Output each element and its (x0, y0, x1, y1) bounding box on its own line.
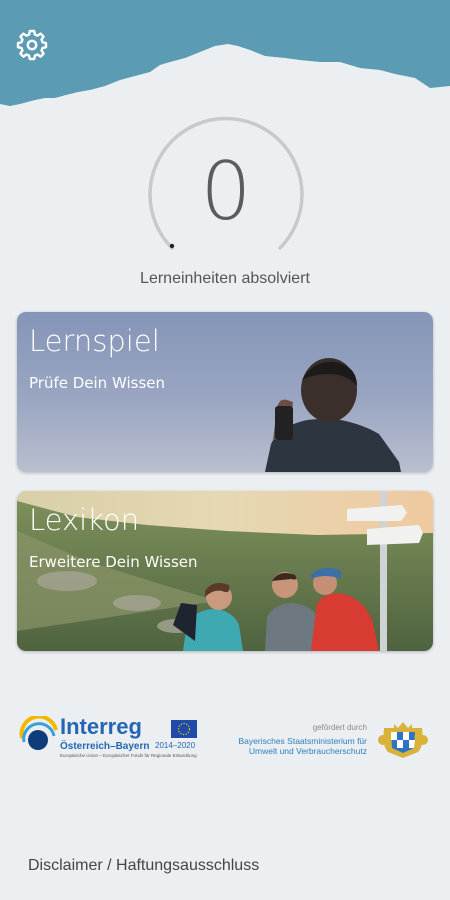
interreg-fineprint: Europäische Union – Europäischer Fonds f… (60, 753, 197, 758)
lexikon-subtitle: Erweitere Dein Wissen (29, 553, 198, 571)
interreg-years: 2014–2020 (155, 741, 196, 750)
progress-counter: 0 (144, 110, 308, 270)
lernspiel-title: Lernspiel (29, 324, 160, 358)
interreg-logo-emblem (19, 716, 58, 750)
sponsor-logos: Interreg Österreich–Bayern 2014–2020 Eur… (0, 712, 450, 772)
bavarian-coat-of-arms-icon (378, 722, 428, 758)
eu-flag-icon (171, 720, 197, 738)
gear-icon (16, 29, 48, 61)
lexikon-card[interactable]: Lexikon Erweitere Dein Wissen (17, 491, 433, 651)
interreg-region: Österreich–Bayern (60, 741, 150, 752)
funded-by-label: gefördert durch (312, 723, 367, 732)
settings-button[interactable] (14, 26, 50, 62)
lexikon-title: Lexikon (29, 503, 140, 537)
progress-label: Lerneinheiten absolviert (140, 270, 310, 287)
progress-value: 0 (200, 145, 252, 238)
ministry-name: Bayerisches Staatsministerium für Umwelt… (238, 736, 368, 756)
lernspiel-card[interactable]: Lernspiel Prüfe Dein Wissen (17, 312, 433, 472)
disclaimer-link[interactable]: Disclaimer / Haftungsausschluss (28, 857, 259, 875)
lernspiel-subtitle: Prüfe Dein Wissen (29, 374, 165, 392)
interreg-logo-text: Interreg (60, 714, 142, 739)
